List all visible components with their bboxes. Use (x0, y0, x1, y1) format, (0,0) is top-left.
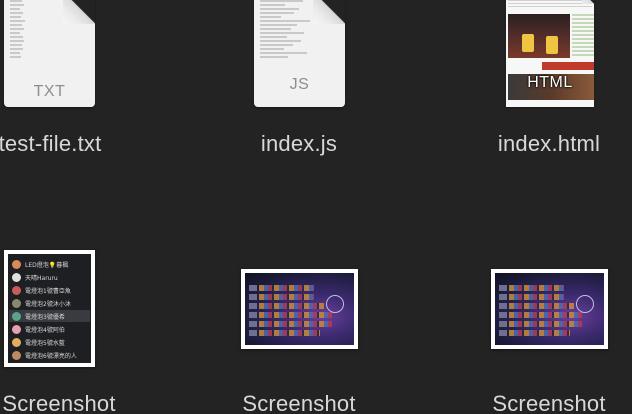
sidebar-preview (572, 14, 594, 58)
game-badge (576, 295, 594, 313)
txt-document-icon: TXT (4, 0, 95, 107)
game-screen-preview (495, 273, 604, 345)
avatar (12, 324, 21, 334)
avatar (12, 259, 21, 269)
page-fold (582, 0, 594, 4)
banner-preview (542, 62, 594, 70)
file-grid: TXT test-file.txt JS index.js HTML index… (0, 0, 632, 414)
chat-entry-selected: 電燈泡3號優希 (9, 310, 90, 322)
game-badge (326, 295, 344, 313)
html-document-icon: HTML (506, 0, 594, 107)
text-preview-lines (10, 0, 65, 66)
chat-entry: 電燈泡6號漂亮的人 (12, 349, 77, 361)
avatar (12, 272, 21, 282)
avatar (12, 298, 21, 308)
photo-preview (508, 14, 570, 58)
screenshot-game-thumbnail-icon (241, 269, 358, 349)
chat-entry: 電燈泡5號水藍 (12, 336, 65, 348)
file-extension-label: HTML (527, 74, 573, 91)
avatar (12, 350, 21, 360)
file-extension-label: JS (289, 76, 310, 93)
page-header-preview (508, 0, 592, 8)
chat-entry: LED燈泡💡暮楓 (12, 258, 68, 270)
js-document-icon: JS (254, 0, 345, 107)
file-extension-label: TXT (33, 83, 66, 100)
page-fold (63, 0, 95, 24)
chat-entry: 電燈泡4號阿伯 (12, 323, 65, 335)
screenshot-chat-thumbnail-icon: LED燈泡💡暮楓 天晴Haruru 電燈泡1號曹亞魚 電燈泡2號沐小沐 電燈泡3… (4, 250, 95, 367)
chat-entry: 天晴Haruru (12, 271, 58, 283)
avatar (12, 311, 21, 321)
chat-entry: 電燈泡2號沐小沐 (12, 297, 71, 309)
chat-list-preview: LED燈泡💡暮楓 天晴Haruru 電燈泡1號曹亞魚 電燈泡2號沐小沐 電燈泡3… (8, 254, 91, 363)
file-name-label[interactable]: Screenshot (399, 392, 632, 414)
file-name-label[interactable]: index.html (399, 132, 632, 156)
screenshot-game-thumbnail-icon (491, 269, 608, 349)
avatar (12, 337, 21, 347)
chat-entry: 電燈泡1號曹亞魚 (12, 284, 71, 296)
page-fold (313, 0, 345, 24)
avatar (12, 285, 21, 295)
game-screen-preview (245, 273, 354, 345)
